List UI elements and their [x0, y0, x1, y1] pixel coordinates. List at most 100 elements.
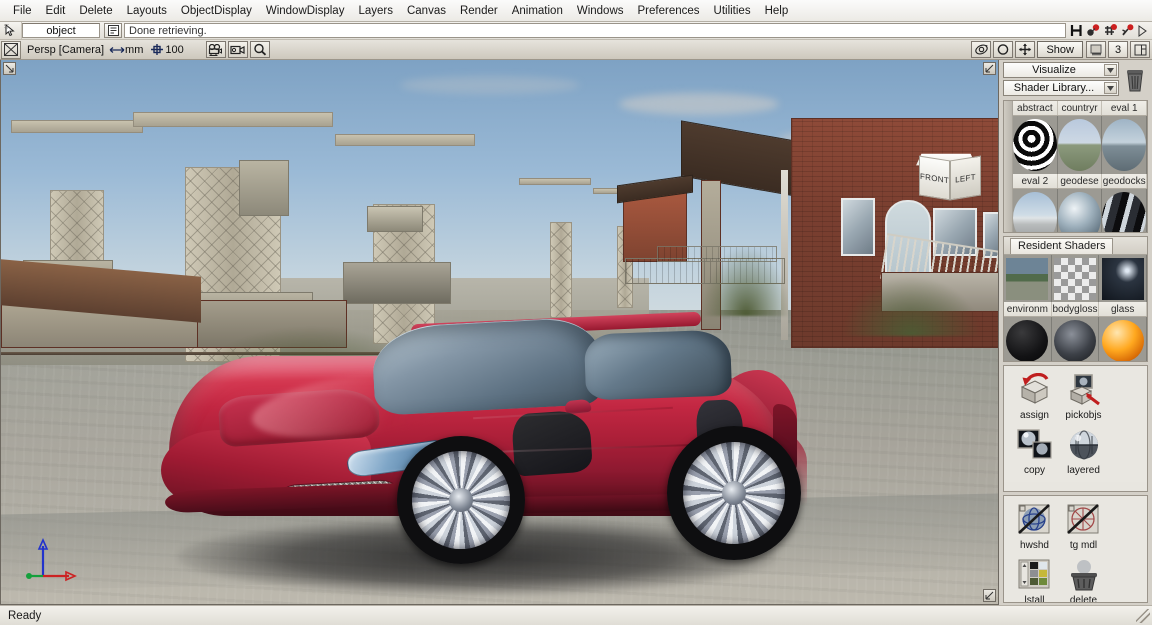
select-cursor-icon[interactable] [0, 22, 22, 39]
shader-list-tools-panel: hwshd tg mdl lstall delete [1003, 495, 1148, 604]
cloud [619, 92, 780, 115]
menu-item-file[interactable]: File [6, 3, 39, 19]
snap-pin-icon[interactable] [1120, 24, 1134, 37]
viewport-toolbar: Persp [Camera] mm 100 Show 3 [0, 40, 1152, 60]
visualize-combo[interactable]: Visualize [1003, 62, 1119, 78]
snap-grid-icon[interactable] [1103, 24, 1117, 37]
layer-stack-icon[interactable] [1086, 41, 1106, 58]
menu-item-delete[interactable]: Delete [72, 3, 119, 19]
menu-item-layouts[interactable]: Layouts [120, 3, 174, 19]
viewport-grip-topleft[interactable] [3, 62, 16, 75]
viewport-3d[interactable]: FRONT LEFT [0, 60, 999, 605]
select-mode-combo[interactable]: object [22, 23, 100, 38]
menu-item-objectdisplay[interactable]: ObjectDisplay [174, 3, 259, 19]
h-icon[interactable] [1070, 24, 1083, 37]
layered-button[interactable]: layered [1059, 425, 1108, 476]
shader-row [1013, 116, 1147, 174]
orbit-icon[interactable] [971, 41, 992, 58]
menu-item-preferences[interactable]: Preferences [631, 3, 707, 19]
menu-item-render[interactable]: Render [453, 3, 505, 19]
view-cube-front-face[interactable]: FRONT [919, 155, 950, 201]
resize-grip[interactable] [1136, 608, 1150, 623]
close-view-icon[interactable] [1, 40, 21, 59]
view-label[interactable]: Persp [Camera] [21, 44, 109, 56]
hwshd-button[interactable]: hwshd [1010, 500, 1059, 551]
crane [519, 178, 591, 318]
list-view-icon[interactable] [104, 23, 122, 38]
browser-scrollbar[interactable] [1004, 101, 1013, 233]
unit-label[interactable]: mm [125, 44, 149, 56]
menu-item-layers[interactable]: Layers [351, 3, 400, 19]
tgmdl-button[interactable]: tg mdl [1059, 500, 1108, 551]
tab-resident-shaders[interactable]: Resident Shaders [1010, 238, 1114, 255]
shader-swatch-geodese[interactable] [1057, 189, 1103, 233]
shader-swatch-eval2[interactable] [1013, 189, 1058, 233]
side-vent [510, 409, 594, 477]
shader-label: geodese [1058, 174, 1103, 188]
assign-button[interactable]: assign [1010, 370, 1059, 421]
shader-swatch-countryr[interactable] [1057, 116, 1103, 174]
shader-list-tools-grid: hwshd tg mdl lstall delete [1004, 496, 1147, 603]
menu-item-edit[interactable]: Edit [39, 3, 73, 19]
shader-label: geodocks [1102, 174, 1147, 188]
viewport-grip-topright[interactable] [983, 62, 996, 75]
magnifier-icon[interactable] [249, 41, 270, 58]
resident-swatch-bodygloss[interactable] [1052, 255, 1100, 303]
move-icon[interactable] [1015, 41, 1036, 58]
shader-label: eval 2 [1013, 174, 1058, 188]
menu-item-canvas[interactable]: Canvas [400, 3, 453, 19]
shader-swatch-abstract[interactable] [1013, 116, 1058, 174]
chevron-down-icon[interactable] [1104, 82, 1117, 94]
side-window [583, 329, 733, 401]
shader-swatch-eval1[interactable] [1102, 116, 1147, 174]
menu-item-animation[interactable]: Animation [505, 3, 570, 19]
menu-item-windows[interactable]: Windows [570, 3, 631, 19]
copy-button[interactable]: copy [1010, 425, 1059, 476]
window-corner-icon[interactable] [1130, 41, 1150, 58]
layer-number[interactable]: 3 [1108, 41, 1128, 58]
pan-icon[interactable] [993, 41, 1014, 58]
shader-library-combo-label: Shader Library... [1013, 82, 1095, 94]
show-button[interactable]: Show [1037, 41, 1083, 58]
shader-library-combo[interactable]: Shader Library... [1003, 80, 1119, 96]
shader-library-browser[interactable]: abstract countryr eval 1 eval 2 geodese … [1003, 100, 1148, 234]
status-message-field[interactable]: Done retrieving. [124, 23, 1066, 38]
menu-item-help[interactable]: Help [758, 3, 796, 19]
resident-swatch-environm[interactable] [1004, 255, 1052, 303]
pickobjs-icon [1064, 370, 1104, 410]
application-window: File Edit Delete Layouts ObjectDisplay W… [0, 0, 1152, 625]
shader-row-labels: abstract countryr eval 1 [1013, 101, 1147, 116]
grid-value[interactable]: 100 [165, 44, 183, 56]
shader-swatch-geodocks[interactable] [1102, 189, 1147, 233]
menu-item-windowdisplay[interactable]: WindowDisplay [259, 3, 352, 19]
viewport-grip-bottomright[interactable] [983, 589, 996, 602]
menu-item-utilities[interactable]: Utilities [707, 3, 758, 19]
shader-row [1013, 189, 1147, 233]
layered-label: layered [1067, 464, 1100, 476]
shader-panel-header: Visualize Shader Library... [1001, 60, 1150, 97]
resident-swatch-grille[interactable] [1004, 317, 1052, 361]
menu-bar: File Edit Delete Layouts ObjectDisplay W… [0, 0, 1152, 22]
video-camera-icon[interactable] [227, 41, 248, 58]
play-icon[interactable] [1137, 24, 1148, 37]
select-mode-value: object [46, 24, 76, 37]
movie-camera-icon[interactable] [205, 41, 226, 58]
lstall-button[interactable]: lstall [1010, 555, 1059, 602]
assign-label: assign [1020, 409, 1049, 421]
resident-shader-label: environm [1004, 302, 1052, 317]
chevron-down-icon[interactable] [1104, 64, 1117, 76]
resident-swatch-headlamp[interactable] [1052, 317, 1100, 361]
shader-tools-panel: assign pickobjs copy layered [1003, 364, 1148, 493]
trash-icon[interactable] [1122, 62, 1148, 97]
resident-swatch-glass[interactable] [1099, 255, 1147, 303]
copy-icon [1015, 425, 1055, 465]
snap-point-icon[interactable] [1086, 24, 1100, 37]
car-model[interactable] [161, 308, 807, 604]
pickobjs-button[interactable]: pickobjs [1059, 370, 1108, 421]
view-cube[interactable]: FRONT LEFT [916, 152, 981, 204]
viewport-canvas[interactable]: FRONT LEFT [1, 60, 998, 604]
delete-button[interactable]: delete [1059, 555, 1108, 602]
resident-swatch-indicator[interactable] [1099, 317, 1147, 361]
shader-label: abstract [1013, 101, 1058, 115]
view-cube-left-face[interactable]: LEFT [950, 155, 981, 201]
